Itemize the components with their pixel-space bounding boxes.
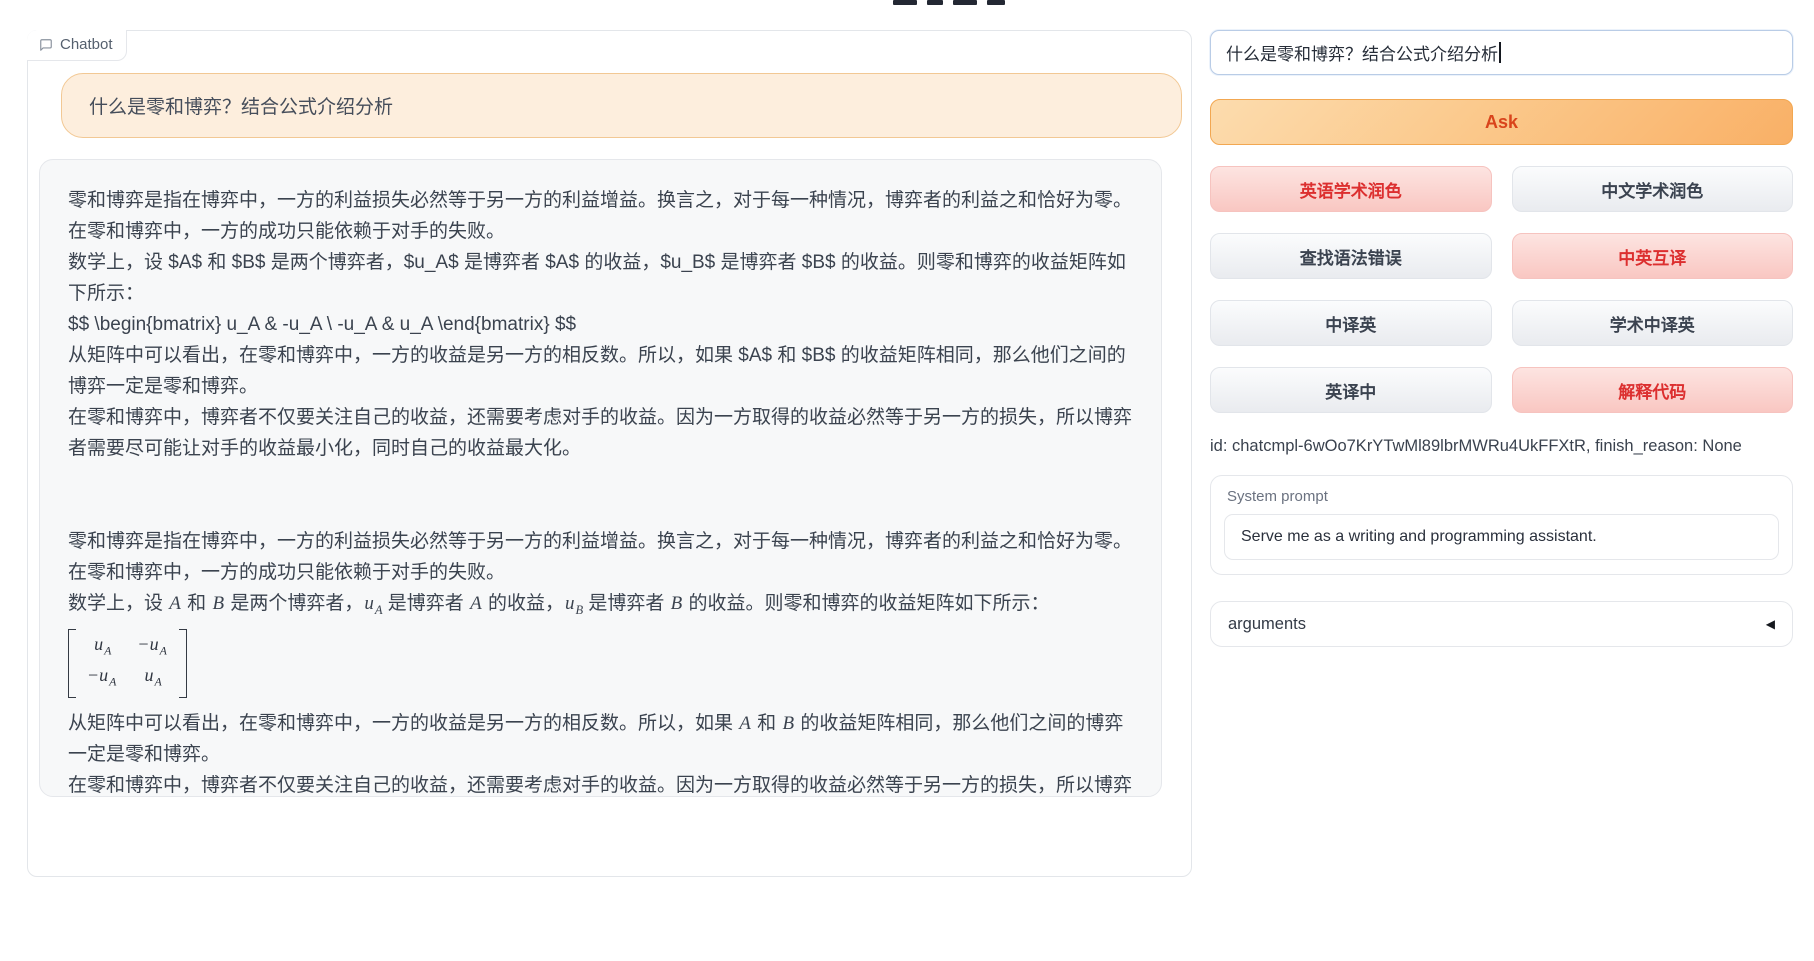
bot-paragraph: 在零和博弈中，博弈者不仅要关注自己的收益，还需要考虑对手的收益。因为一方取得的收… bbox=[68, 402, 1133, 464]
quick-action-grid: 英语学术润色 中文学术润色 查找语法错误 中英互译 中译英 学术中译英 英译中 … bbox=[1210, 166, 1793, 413]
bot-paragraph-with-math: 从矩阵中可以看出，在零和博弈中，一方的收益是另一方的相反数。所以，如果 A 和 … bbox=[68, 708, 1133, 770]
bot-message-rendered-block: 零和博弈是指在博弈中，一方的利益损失必然等于另一方的利益增益。换言之，对于每一种… bbox=[68, 526, 1133, 797]
bot-paragraph: 零和博弈是指在博弈中，一方的利益损失必然等于另一方的利益增益。换言之，对于每一种… bbox=[68, 185, 1133, 247]
paragraph-gap bbox=[68, 464, 1133, 526]
quick-button-zh-academic-polish[interactable]: 中文学术润色 bbox=[1512, 166, 1794, 212]
quick-button-academic-zh-to-en[interactable]: 学术中译英 bbox=[1512, 300, 1794, 346]
chat-bubble-icon bbox=[39, 38, 53, 52]
user-message-text: 什么是零和博弈？结合公式介绍分析 bbox=[89, 92, 393, 119]
matrix-cell: −uA bbox=[138, 632, 166, 664]
user-message-bubble: 什么是零和博弈？结合公式介绍分析 bbox=[61, 73, 1182, 138]
title-glyph-fragment bbox=[953, 0, 977, 5]
bot-paragraph-latex-source: $$ \begin{bmatrix} u_A & -u_A \ -u_A & u… bbox=[68, 309, 1133, 340]
api-status-text: id: chatcmpl-6wOo7KrYTwMl89lbrMWRu4UkFFX… bbox=[1210, 437, 1793, 456]
system-prompt-card: System prompt Serve me as a writing and … bbox=[1210, 475, 1793, 575]
control-column: 什么是零和博弈？结合公式介绍分析 Ask 英语学术润色 中文学术润色 查找语法错… bbox=[1210, 30, 1793, 647]
quick-button-explain-code[interactable]: 解释代码 bbox=[1512, 367, 1794, 413]
quick-button-find-grammar-errors[interactable]: 查找语法错误 bbox=[1210, 233, 1492, 279]
title-glyph-fragment bbox=[927, 0, 943, 5]
quick-button-en-to-zh[interactable]: 英译中 bbox=[1210, 367, 1492, 413]
bot-paragraph: 数学上，设 $A$ 和 $B$ 是两个博弈者，$u_A$ 是博弈者 $A$ 的收… bbox=[68, 247, 1133, 309]
text-cursor bbox=[1499, 42, 1501, 63]
quick-button-zh-en-mutual-translate[interactable]: 中英互译 bbox=[1512, 233, 1794, 279]
question-input-value: 什么是零和博弈？结合公式介绍分析 bbox=[1226, 40, 1498, 65]
title-glyph-fragment bbox=[893, 0, 917, 5]
bot-paragraph: 从矩阵中可以看出，在零和博弈中，一方的收益是另一方的相反数。所以，如果 $A$ … bbox=[68, 340, 1133, 402]
chatbot-label-text: Chatbot bbox=[60, 36, 113, 53]
question-input[interactable]: 什么是零和博弈？结合公式介绍分析 bbox=[1210, 30, 1793, 75]
clipped-page-title bbox=[893, 0, 1005, 6]
quick-button-en-academic-polish[interactable]: 英语学术润色 bbox=[1210, 166, 1492, 212]
arguments-accordion[interactable]: arguments ◀ bbox=[1210, 601, 1793, 647]
math-matrix: uA −uA −uA uA bbox=[68, 629, 187, 698]
ask-button[interactable]: Ask bbox=[1210, 99, 1793, 145]
matrix-right-bracket bbox=[179, 629, 187, 698]
matrix-cell: uA bbox=[88, 632, 116, 664]
system-prompt-label: System prompt bbox=[1224, 488, 1779, 505]
bot-paragraph: 在零和博弈中，博弈者不仅要关注自己的收益，还需要考虑对手的收益。因为一方取得的收… bbox=[68, 770, 1133, 797]
arguments-accordion-label: arguments bbox=[1228, 615, 1306, 634]
collapse-arrow-icon: ◀ bbox=[1766, 617, 1775, 631]
title-glyph-fragment bbox=[987, 0, 1005, 5]
matrix-cell: −uA bbox=[88, 663, 116, 695]
bot-paragraph: 零和博弈是指在博弈中，一方的利益损失必然等于另一方的利益增益。换言之，对于每一种… bbox=[68, 526, 1133, 588]
matrix-left-bracket bbox=[68, 629, 76, 698]
quick-button-zh-to-en[interactable]: 中译英 bbox=[1210, 300, 1492, 346]
bot-message-panel: 零和博弈是指在博弈中，一方的利益损失必然等于另一方的利益增益。换言之，对于每一种… bbox=[39, 159, 1162, 797]
matrix-cell: uA bbox=[138, 663, 166, 695]
system-prompt-input[interactable]: Serve me as a writing and programming as… bbox=[1224, 514, 1779, 560]
bot-message-raw-block: 零和博弈是指在博弈中，一方的利益损失必然等于另一方的利益增益。换言之，对于每一种… bbox=[68, 185, 1133, 464]
chatbot-label: Chatbot bbox=[27, 30, 127, 61]
chatbot-panel[interactable]: Chatbot 什么是零和博弈？结合公式介绍分析 零和博弈是指在博弈中，一方的利… bbox=[27, 30, 1192, 877]
bot-paragraph-with-math: 数学上，设 A 和 B 是两个博弈者，uA 是博弈者 A 的收益，uB 是博弈者… bbox=[68, 588, 1133, 626]
